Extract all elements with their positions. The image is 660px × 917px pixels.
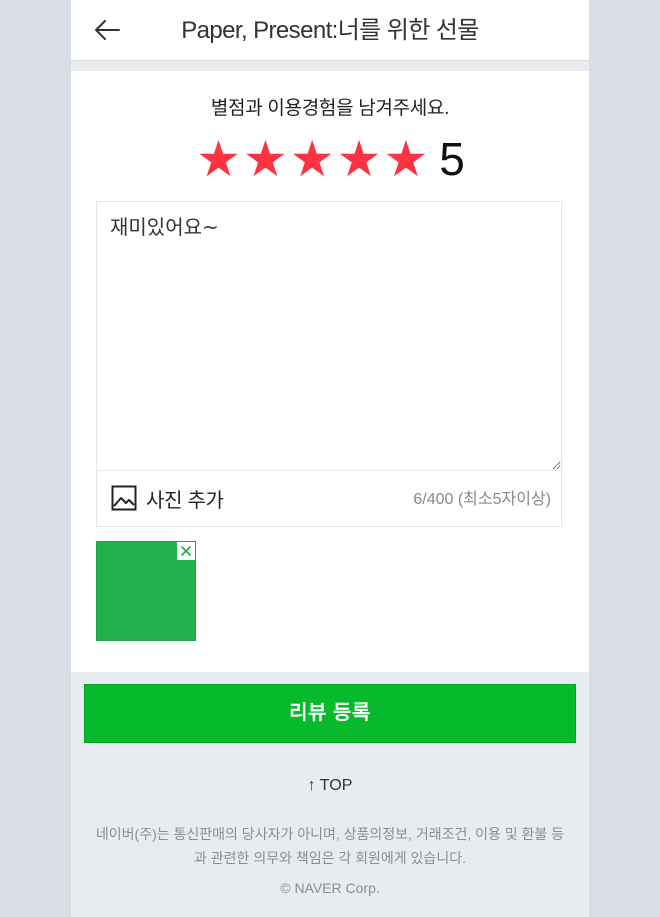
legal-notice: 네이버(주)는 통신판매의 당사자가 아니며, 상품의정보, 거래조건, 이용 … — [95, 826, 565, 866]
character-count: 6/400 (최소5자이상) — [413, 491, 551, 508]
rating-score: 5 — [439, 133, 465, 185]
star-5[interactable]: ★ — [383, 133, 428, 185]
review-form: 별점과 이용경험을 남겨주세요. ★ ★ ★ ★ ★ 5 재미있어요~ 사진 추… — [71, 71, 589, 672]
add-photo-button[interactable]: 사진 추가 — [111, 483, 224, 513]
star-rating: ★ ★ ★ ★ ★ 5 — [71, 133, 589, 185]
arrow-left-icon — [95, 20, 120, 40]
attached-photo — [96, 541, 196, 641]
submit-review-button[interactable]: 리뷰 등록 — [84, 684, 576, 743]
add-photo-label: 사진 추가 — [146, 489, 224, 512]
review-footer: 사진 추가 6/400 (최소5자이상) — [97, 471, 561, 526]
rating-prompt: 별점과 이용경험을 남겨주세요. — [210, 98, 450, 119]
review-page: Paper, Present:너를 위한 선물 별점과 이용경험을 남겨주세요.… — [71, 0, 589, 917]
review-box: 재미있어요~ 사진 추가 6/400 (최소5자이상) — [96, 201, 562, 527]
star-2[interactable]: ★ — [243, 133, 288, 185]
back-button[interactable] — [91, 14, 123, 46]
top-link[interactable]: ↑ TOP — [71, 777, 589, 795]
copyright: © NAVER Corp. — [280, 880, 380, 896]
image-icon — [111, 485, 137, 511]
review-textarea[interactable]: 재미있어요~ — [97, 202, 561, 471]
star-1[interactable]: ★ — [196, 133, 241, 185]
page-title: Paper, Present:너를 위한 선물 — [181, 17, 479, 44]
close-icon — [180, 545, 192, 557]
star-4[interactable]: ★ — [337, 133, 382, 185]
remove-photo-button[interactable] — [177, 542, 195, 560]
header: Paper, Present:너를 위한 선물 — [71, 0, 589, 61]
star-3[interactable]: ★ — [290, 133, 335, 185]
